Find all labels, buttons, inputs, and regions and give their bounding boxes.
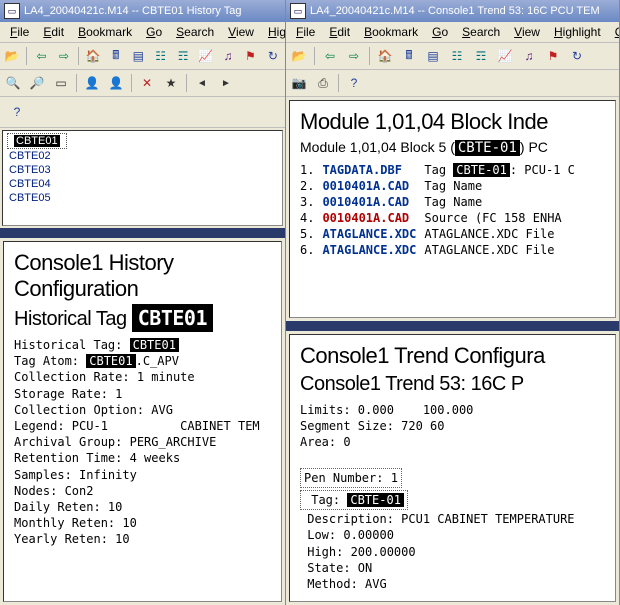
- list-item[interactable]: CBTE02: [3, 149, 282, 163]
- history-config-pane: Console1 History Configuration Historica…: [3, 241, 282, 602]
- star-icon[interactable]: ★: [160, 72, 182, 94]
- open-icon[interactable]: 📂: [2, 45, 22, 67]
- back-icon[interactable]: ⇦: [319, 45, 341, 67]
- notes-icon[interactable]: ♫: [218, 45, 238, 67]
- menu-file[interactable]: File: [290, 24, 321, 40]
- open-icon[interactable]: 📂: [288, 45, 310, 67]
- zoom-out-icon[interactable]: 🔎: [26, 72, 48, 94]
- block-heading: Module 1,01,04 Block Inde: [300, 109, 605, 135]
- window-titlebar-right: ▭ LA4_20040421c.M14 -- Console1 Trend 53…: [286, 0, 619, 22]
- menu-options[interactable]: Options...: [609, 24, 620, 40]
- calc-icon[interactable]: 🖩: [398, 45, 420, 67]
- trend-properties: Limits: 0.000 100.000 Segment Size: 720 …: [300, 402, 605, 602]
- menu-bookmark[interactable]: Bookmark: [358, 24, 424, 40]
- pane-divider[interactable]: [0, 228, 285, 238]
- tree2-icon[interactable]: ☶: [470, 45, 492, 67]
- table-row[interactable]: 3. 0010401A.CAD Tag Name: [300, 194, 583, 210]
- flag-icon[interactable]: ⚑: [542, 45, 564, 67]
- refresh-icon[interactable]: ↻: [566, 45, 588, 67]
- notes-icon[interactable]: ♫: [518, 45, 540, 67]
- menu-search[interactable]: Search: [456, 24, 506, 40]
- menu-highlight[interactable]: Highlight: [548, 24, 607, 40]
- help-icon[interactable]: ?: [343, 72, 365, 94]
- menu-edit[interactable]: Edit: [323, 24, 356, 40]
- page-icon[interactable]: ▭: [50, 72, 72, 94]
- tree-icon[interactable]: ☷: [150, 45, 170, 67]
- toolbar-left-row1: 📂 ⇦ ⇨ 🏠 🖩 ▤ ☷ ☶ 📈 ♫ ⚑ ↻: [0, 43, 285, 70]
- trend-heading: Console1 Trend Configura: [300, 343, 605, 369]
- table-row[interactable]: 5. ATAGLANCE.XDC ATAGLANCE.XDC File: [300, 226, 583, 242]
- tag-pill: CBTE01: [132, 304, 213, 332]
- menu-view[interactable]: View: [222, 24, 260, 40]
- pane-divider[interactable]: [286, 321, 619, 331]
- tag-listbox[interactable]: CBTE01 CBTE02 CBTE03 CBTE04 CBTE05: [2, 130, 283, 226]
- menu-highlight[interactable]: Highlight: [262, 24, 286, 40]
- menu-edit[interactable]: Edit: [37, 24, 70, 40]
- xref-table: 1. TAGDATA.DBF Tag CBTE-01: PCU-1 C 2. 0…: [300, 162, 583, 258]
- app-icon: ▭: [4, 3, 20, 19]
- zoom-in-icon[interactable]: 🔍: [2, 72, 24, 94]
- window-title-left: LA4_20040421c.M14 -- CBTE01 History Tag: [24, 5, 241, 17]
- prev-icon[interactable]: ◄: [191, 72, 213, 94]
- menu-go[interactable]: Go: [140, 24, 168, 40]
- refresh-icon[interactable]: ↻: [263, 45, 283, 67]
- table-row[interactable]: 4. 0010401A.CAD Source (FC 158 ENHA: [300, 210, 583, 226]
- menu-view[interactable]: View: [508, 24, 546, 40]
- flag-icon[interactable]: ⚑: [240, 45, 260, 67]
- table-row[interactable]: 6. ATAGLANCE.XDC ATAGLANCE.XDC File: [300, 242, 583, 258]
- trend-subheading: Console1 Trend 53: 16C P: [300, 373, 605, 396]
- menu-go[interactable]: Go: [426, 24, 454, 40]
- chart-icon[interactable]: 📈: [195, 45, 215, 67]
- window-titlebar-left: ▭ LA4_20040421c.M14 -- CBTE01 History Ta…: [0, 0, 285, 22]
- help-icon[interactable]: ?: [6, 101, 28, 123]
- menu-file[interactable]: File: [4, 24, 35, 40]
- close-icon[interactable]: ✕: [136, 72, 158, 94]
- next-icon[interactable]: ►: [215, 72, 237, 94]
- find-icon[interactable]: 👤: [81, 72, 103, 94]
- forward-icon[interactable]: ⇨: [343, 45, 365, 67]
- tree-icon[interactable]: ☷: [446, 45, 468, 67]
- trend-config-pane: Console1 Trend Configura Console1 Trend …: [289, 334, 616, 602]
- table-row[interactable]: 2. 0010401A.CAD Tag Name: [300, 178, 583, 194]
- pen1-num-dotted: Pen Number: 1: [300, 468, 402, 488]
- historical-tag-heading: Historical Tag CBTE01: [14, 306, 271, 331]
- find2-icon[interactable]: 👤: [105, 72, 127, 94]
- chart-icon[interactable]: 📈: [494, 45, 516, 67]
- menubar-left: File Edit Bookmark Go Search View Highli…: [0, 22, 285, 43]
- list-item[interactable]: CBTE05: [3, 191, 282, 205]
- sheet-icon[interactable]: ▤: [422, 45, 444, 67]
- menu-search[interactable]: Search: [170, 24, 220, 40]
- home-icon[interactable]: 🏠: [83, 45, 103, 67]
- toolbar-left-row2: 🔍 🔎 ▭ 👤 👤 ✕ ★ ◄ ►: [0, 70, 285, 97]
- sheet-icon[interactable]: ▤: [128, 45, 148, 67]
- menu-bookmark[interactable]: Bookmark: [72, 24, 138, 40]
- camera-icon[interactable]: 📷: [288, 72, 310, 94]
- forward-icon[interactable]: ⇨: [54, 45, 74, 67]
- toolbar-right-row1: 📂 ⇦ ⇨ 🏠 🖩 ▤ ☷ ☶ 📈 ♫ ⚑ ↻: [286, 43, 619, 70]
- history-heading: Console1 History Configuration: [14, 250, 271, 302]
- list-item[interactable]: CBTE03: [3, 163, 282, 177]
- pen1-tag-dotted: Tag: CBTE-01: [300, 490, 408, 510]
- block-subheading: Module 1,01,04 Block 5 (CBTE-01) PC: [300, 139, 605, 156]
- table-row[interactable]: 1. TAGDATA.DBF Tag CBTE-01: PCU-1 C: [300, 162, 583, 178]
- list-item[interactable]: CBTE04: [3, 177, 282, 191]
- toolbar-right-row2: 📷 ⎙ ?: [286, 70, 619, 97]
- back-icon[interactable]: ⇦: [31, 45, 51, 67]
- tree2-icon[interactable]: ☶: [173, 45, 193, 67]
- helpbar-left: ?: [0, 97, 285, 128]
- home-icon[interactable]: 🏠: [374, 45, 396, 67]
- list-item[interactable]: CBTE01: [7, 133, 67, 149]
- menubar-right: File Edit Bookmark Go Search View Highli…: [286, 22, 619, 43]
- print-icon[interactable]: ⎙: [312, 72, 334, 94]
- block-index-pane: Module 1,01,04 Block Inde Module 1,01,04…: [289, 100, 616, 318]
- app-icon: ▭: [290, 3, 306, 19]
- history-properties: Historical Tag: CBTE01 Tag Atom: CBTE01.…: [14, 337, 271, 547]
- calc-icon[interactable]: 🖩: [106, 45, 126, 67]
- window-title-right: LA4_20040421c.M14 -- Console1 Trend 53: …: [310, 5, 600, 17]
